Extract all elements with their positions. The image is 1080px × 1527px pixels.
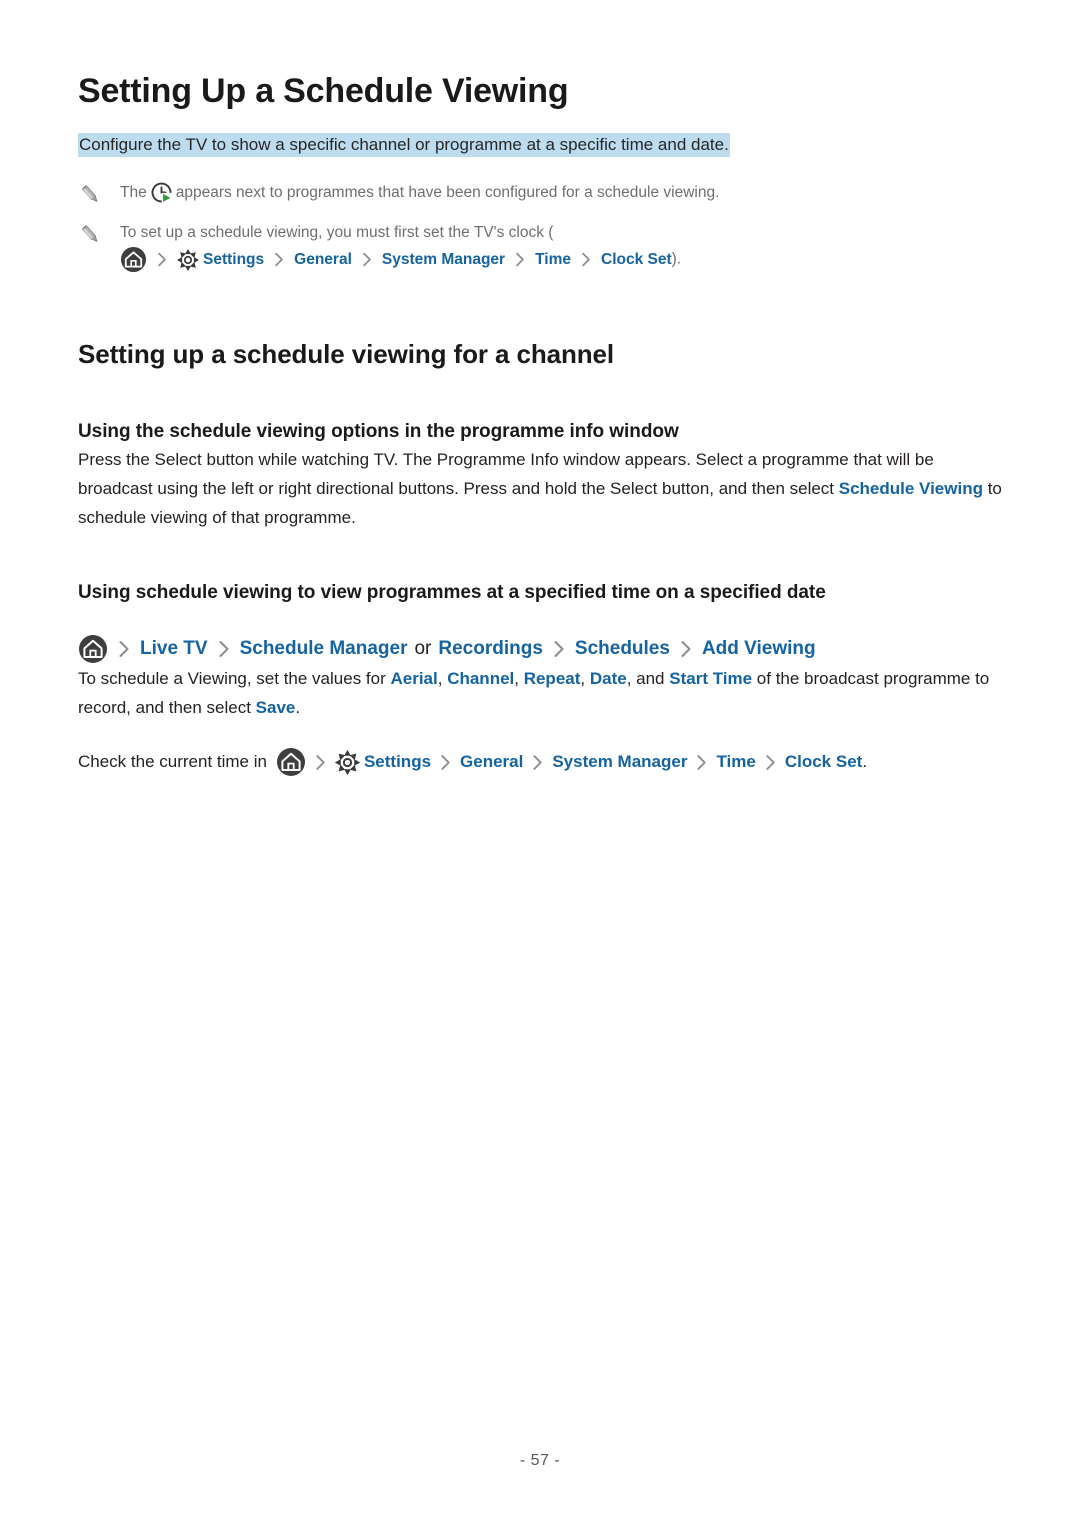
check-time-text-after: . <box>862 752 868 771</box>
note-text-after: appears next to programmes that have bee… <box>175 184 720 201</box>
chevron-right-icon <box>362 252 372 267</box>
subsection-1-paragraph: Press the Select button while watching T… <box>78 445 1003 532</box>
note-text-before: To set up a schedule viewing, you must f… <box>120 224 554 241</box>
note-text-before: The <box>120 184 147 201</box>
chevron-right-icon <box>440 754 451 771</box>
chevron-right-icon <box>118 640 130 658</box>
pencil-icon <box>78 222 104 248</box>
chevron-right-icon <box>553 640 565 658</box>
breadcrumb-item-schedules[interactable]: Schedules <box>575 634 670 664</box>
note-item: To set up a schedule viewing, you must f… <box>78 220 1003 273</box>
link-aerial[interactable]: Aerial <box>390 669 437 688</box>
chevron-right-icon <box>532 754 543 771</box>
chevron-right-icon <box>274 252 284 267</box>
page-number: - 57 - <box>519 1452 561 1469</box>
note-text-after: ). <box>671 250 682 268</box>
subsection-2-paragraph: To schedule a Viewing, set the values fo… <box>78 664 1003 722</box>
check-time-text-before: Check the current time in <box>78 752 267 771</box>
lead-paragraph: Configure the TV to show a specific chan… <box>78 133 730 157</box>
separator-2: , <box>514 669 524 688</box>
breadcrumb-item-schedule-manager[interactable]: Schedule Manager <box>240 634 408 664</box>
breadcrumb-item-general[interactable]: General <box>294 247 352 273</box>
gear-icon[interactable] <box>334 749 360 775</box>
paragraph-text-part-1: To schedule a Viewing, set the values fo… <box>78 669 391 688</box>
link-date[interactable]: Date <box>590 669 627 688</box>
breadcrumb-item-general[interactable]: General <box>460 746 523 778</box>
breadcrumb-item-time[interactable]: Time <box>716 746 755 778</box>
breadcrumb-item-settings[interactable]: Settings <box>203 247 264 273</box>
separator-1: , <box>437 669 448 688</box>
note-text: To set up a schedule viewing, you must f… <box>120 220 1003 273</box>
separator-4: , and <box>626 669 670 688</box>
paragraph-text-part-1: Press the Select button while watching T… <box>78 450 934 498</box>
link-save[interactable]: Save <box>256 698 296 717</box>
breadcrumb-item-settings[interactable]: Settings <box>364 746 431 778</box>
breadcrumb-item-clock-set[interactable]: Clock Set <box>785 746 862 778</box>
page-content: Setting Up a Schedule Viewing Configure … <box>78 0 1003 778</box>
breadcrumb-item-live-tv[interactable]: Live TV <box>140 634 208 664</box>
link-repeat[interactable]: Repeat <box>524 669 581 688</box>
breadcrumb-item-system-manager[interactable]: System Manager <box>382 247 505 273</box>
check-current-time-line: Check the current time in Settings Gener… <box>78 746 1003 778</box>
home-icon[interactable] <box>276 747 306 777</box>
home-icon[interactable] <box>78 634 108 664</box>
subsection-title-1: Using the schedule viewing options in th… <box>78 421 679 442</box>
chevron-right-icon <box>315 754 326 771</box>
chevron-right-icon <box>157 252 167 267</box>
link-channel[interactable]: Channel <box>447 669 514 688</box>
breadcrumb-item-system-manager[interactable]: System Manager <box>552 746 687 778</box>
subsection-title-2: Using schedule viewing to view programme… <box>78 582 826 603</box>
chevron-right-icon <box>680 640 692 658</box>
document-page: Setting Up a Schedule Viewing Configure … <box>0 0 1080 1527</box>
link-schedule-viewing[interactable]: Schedule Viewing <box>839 479 983 498</box>
breadcrumb-conjunction: or <box>414 638 432 659</box>
note-item: The appears next to programmes that have… <box>78 180 1003 208</box>
pencil-icon <box>78 182 104 208</box>
home-icon[interactable] <box>120 246 147 273</box>
link-start-time[interactable]: Start Time <box>669 669 752 688</box>
section-title: Setting up a schedule viewing for a chan… <box>78 339 615 369</box>
breadcrumb-item-recordings[interactable]: Recordings <box>438 634 543 664</box>
chevron-right-icon <box>581 252 591 267</box>
clock-schedule-icon <box>151 182 172 204</box>
chevron-right-icon <box>765 754 776 771</box>
breadcrumb-item-add-viewing[interactable]: Add Viewing <box>702 634 816 664</box>
note-breadcrumb: Settings General System Manager Time Clo… <box>120 246 672 273</box>
note-text: The appears next to programmes that have… <box>120 180 1003 206</box>
breadcrumb-item-time[interactable]: Time <box>535 247 571 273</box>
gear-icon[interactable] <box>177 248 199 271</box>
chevron-right-icon <box>696 754 707 771</box>
separator-3: , <box>580 669 590 688</box>
notes-list: The appears next to programmes that have… <box>78 180 1003 273</box>
breadcrumb-item-clock-set[interactable]: Clock Set <box>601 247 672 273</box>
page-title: Setting Up a Schedule Viewing <box>78 72 569 110</box>
paragraph-text-part-3: . <box>295 698 301 717</box>
lead-paragraph-wrapper: Configure the TV to show a specific chan… <box>78 131 1003 158</box>
chevron-right-icon <box>218 640 230 658</box>
chevron-right-icon <box>515 252 525 267</box>
breadcrumb: Live TV Schedule Manager or Recordings S… <box>78 634 1003 664</box>
